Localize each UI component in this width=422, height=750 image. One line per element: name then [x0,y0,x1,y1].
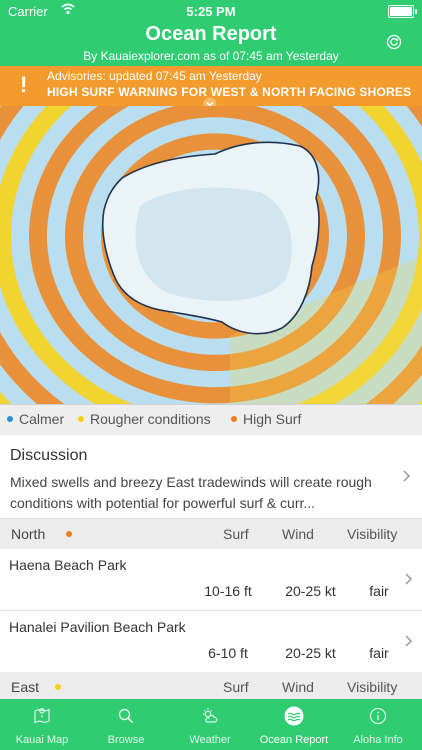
status-time: 5:25 PM [186,4,236,19]
region-status-dot [55,684,61,690]
warning-icon: ! [20,72,28,97]
tab-label: Browse [107,734,145,746]
beach-name: Hanalei Pavilion Beach Park [9,619,186,635]
region-header-east: East Surf Wind Visibility [0,672,422,702]
legend: Calmer Rougher conditions High Surf [0,404,422,436]
region-status-dot [66,531,72,537]
tab-bar: Kauai Map Browse Weather Ocean Report Al… [0,699,422,750]
tab-aloha-info[interactable]: Aloha Info [336,699,420,750]
beach-surf: 6-10 ft [208,645,248,661]
chevron-right-icon [405,635,413,647]
legend-high-surf: High Surf [231,411,301,427]
status-bar: Carrier 5:25 PM [0,0,422,22]
beach-wind: 20-25 kt [285,645,336,661]
header: Carrier 5:25 PM Ocean Report By Kauaiexp… [0,0,422,66]
battery-icon [388,5,417,18]
beach-row[interactable]: Hanalei Pavilion Beach Park 6-10 ft 20-2… [0,611,422,673]
discussion-row[interactable]: Discussion Mixed swells and breezy East … [0,435,422,519]
legend-label: High Surf [243,411,302,427]
region-name: North [11,526,46,542]
tab-browse[interactable]: Browse [84,699,168,750]
island-interior [135,187,292,301]
ocean-rings-map[interactable] [0,106,422,404]
beach-row[interactable]: Haena Beach Park 10-16 ft 20-25 kt fair [0,549,422,611]
chevron-right-icon [403,470,411,482]
column-surf: Surf [223,679,249,695]
column-surf: Surf [223,526,249,542]
legend-rougher: Rougher conditions [78,411,211,427]
page-title: Ocean Report [145,23,277,45]
search-icon [118,708,134,724]
map-icon [34,708,50,724]
beach-visibility: fair [369,583,389,599]
tab-ocean-report[interactable]: Ocean Report [252,699,336,750]
waves-icon [284,706,304,726]
refresh-icon[interactable] [386,34,402,50]
region-header-north: North Surf Wind Visibility [0,519,422,549]
region-name: East [11,679,40,695]
tab-label: Aloha Info [353,734,403,746]
legend-label: Rougher conditions [90,411,211,427]
tab-label: Ocean Report [259,734,329,746]
advisory-warning: HIGH SURF WARNING FOR WEST & NORTH FACIN… [47,85,412,99]
info-icon [369,707,387,725]
legend-dot [7,416,13,422]
advisory-banner[interactable]: ! Advisories: updated 07:45 am Yesterday… [0,66,422,111]
legend-dot [78,416,84,422]
legend-dot [231,416,237,422]
discussion-text: Mixed swells and breezy East tradewinds … [10,474,372,511]
legend-label: Calmer [19,411,65,427]
tab-kauai-map[interactable]: Kauai Map [0,699,84,750]
beach-wind: 20-25 kt [285,583,336,599]
beach-name: Haena Beach Park [9,557,127,573]
column-wind: Wind [282,526,314,542]
column-wind: Wind [282,679,314,695]
weather-icon [203,708,218,723]
ocean-map[interactable] [0,106,422,404]
discussion-label: Discussion [10,447,88,464]
legend-calmer: Calmer [7,411,64,427]
tab-label: Kauai Map [15,734,69,746]
advisory-updated: Advisories: updated 07:45 am Yesterday [47,69,262,83]
page-subtitle: By Kauaiexplorer.com as of 07:45 am Yest… [83,49,339,63]
column-visibility: Visibility [347,679,398,695]
column-visibility: Visibility [347,526,398,542]
chevron-right-icon [405,573,413,585]
beach-surf: 10-16 ft [204,583,252,599]
tab-weather[interactable]: Weather [168,699,252,750]
tab-label: Weather [189,734,231,746]
beach-visibility: fair [369,645,389,661]
